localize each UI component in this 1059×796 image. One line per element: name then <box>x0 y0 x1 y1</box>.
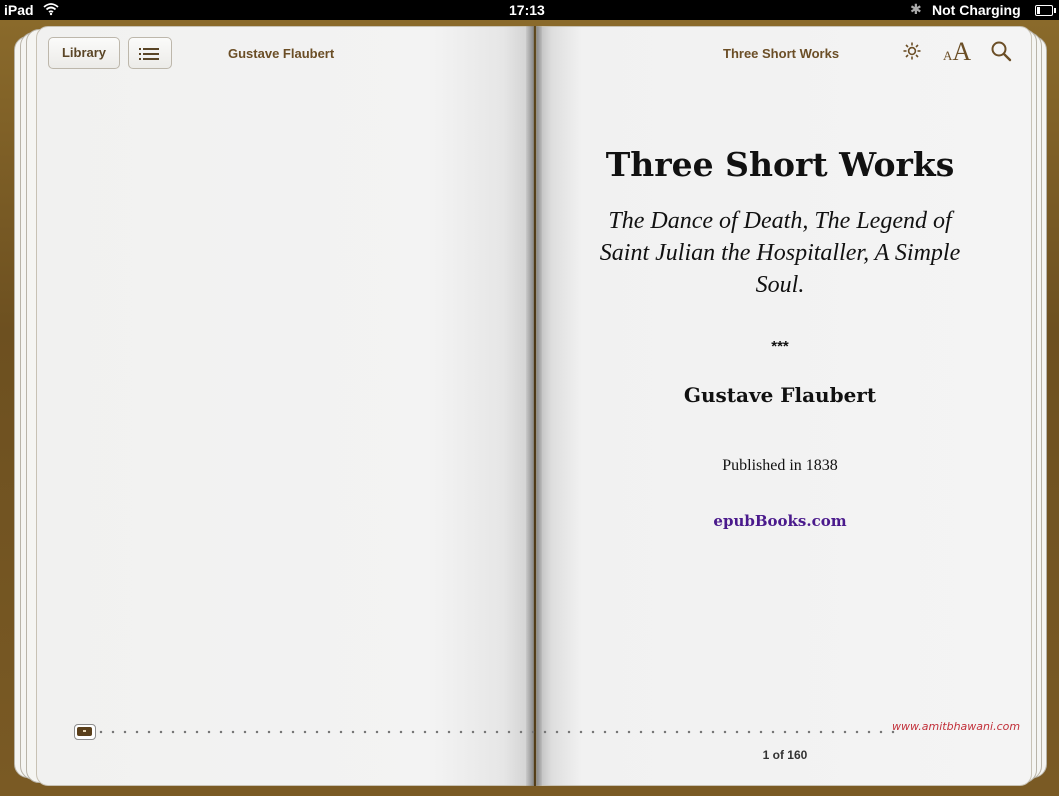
font-large-label: A <box>952 37 972 66</box>
table-of-contents-button[interactable] <box>128 37 172 69</box>
font-small-label: A <box>943 48 953 63</box>
section-separator: *** <box>771 338 789 355</box>
library-button[interactable]: Library <box>48 37 120 69</box>
left-page[interactable] <box>36 26 534 786</box>
page-scrubber[interactable] <box>95 730 895 734</box>
book-subtitle: The Dance of Death, The Legend of Saint … <box>560 205 1000 301</box>
watermark: www.amitbhawani.com <box>892 720 1021 733</box>
brightness-icon[interactable] <box>903 42 921 66</box>
book-spine <box>526 26 542 786</box>
status-bar: iPad 17:13 ✱ Not Charging <box>0 0 1059 20</box>
charging-status: Not Charging <box>932 2 1021 18</box>
bluetooth-icon: ✱ <box>910 1 922 17</box>
author-name: Gustave Flaubert <box>683 383 877 407</box>
page-indicator: 1 of 160 <box>762 748 808 762</box>
subtitle-line: The Dance of Death, The Legend of <box>608 208 952 234</box>
author-header: Gustave Flaubert <box>228 46 335 61</box>
device-name: iPad <box>4 2 34 18</box>
book-title: Three Short Works <box>605 145 955 184</box>
clock: 17:13 <box>509 2 545 18</box>
book-title-header: Three Short Works <box>723 46 840 61</box>
font-size-button[interactable]: AA <box>943 37 971 67</box>
subtitle-line: Soul. <box>755 272 805 298</box>
subtitle-line: Saint Julian the Hospitaller, A Simple <box>599 240 961 266</box>
publisher-link[interactable]: epubBooks.com <box>560 512 1000 530</box>
wifi-icon <box>42 2 60 19</box>
publication-date: Published in 1838 <box>722 457 838 474</box>
battery-icon <box>1035 5 1056 16</box>
scrubber-thumb[interactable] <box>74 724 96 740</box>
search-icon[interactable] <box>990 40 1012 67</box>
